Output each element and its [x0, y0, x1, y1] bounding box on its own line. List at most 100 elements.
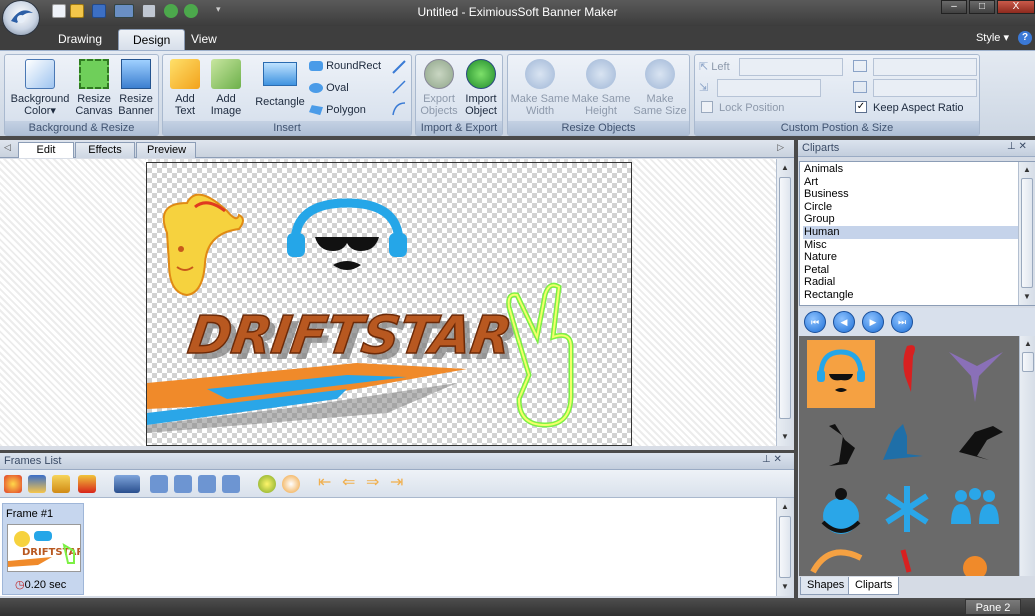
peace-hand-clipart[interactable] — [506, 282, 574, 428]
scroll-up-icon[interactable]: ▲ — [777, 500, 793, 514]
clipart-runner-thumb[interactable] — [959, 426, 1003, 460]
tab-cliparts[interactable]: Cliparts — [848, 577, 900, 595]
speed-swoosh-clipart[interactable] — [147, 363, 467, 433]
clipart-people-group-thumb[interactable] — [951, 488, 999, 524]
keep-aspect-checkbox[interactable]: ✓ — [855, 101, 867, 113]
tab-shapes[interactable]: Shapes — [800, 577, 852, 595]
category-item[interactable]: Group — [803, 213, 1018, 226]
left-input[interactable] — [739, 58, 843, 76]
duplicate-frame-icon[interactable] — [52, 475, 70, 493]
scroll-up-icon[interactable]: ▲ — [1020, 337, 1035, 351]
tab-preview[interactable]: Preview — [136, 142, 196, 158]
tabs-scroll-right-icon[interactable]: ▷ — [777, 142, 784, 153]
curve-icon[interactable] — [391, 101, 407, 117]
export-objects-button[interactable]: Export Objects — [418, 59, 460, 117]
style-menu[interactable]: Style ▾ — [976, 31, 1009, 44]
qat-dropdown-icon[interactable]: ▾ — [216, 4, 221, 15]
minimize-button[interactable]: – — [941, 0, 967, 14]
category-scrollbar[interactable]: ▲ ▼ — [1018, 162, 1035, 305]
layout-icon[interactable] — [114, 4, 134, 18]
scroll-up-icon[interactable]: ▲ — [777, 161, 793, 175]
maximize-button[interactable]: □ — [969, 0, 995, 14]
clipart-orange-people-thumb[interactable] — [963, 556, 987, 576]
scroll-thumb[interactable] — [1021, 178, 1033, 288]
insert-frame-icon[interactable] — [28, 475, 46, 493]
last-page-icon[interactable]: ⏭ — [891, 311, 913, 333]
cliparts-pin-icon[interactable]: ⊥ ✕ — [1007, 141, 1027, 152]
roundrect-button[interactable]: RoundRect — [309, 60, 381, 72]
prev-page-icon[interactable]: ◀ — [833, 311, 855, 333]
polygon-button[interactable]: Polygon — [309, 104, 366, 116]
import-object-button[interactable]: Import Object — [460, 59, 502, 117]
play-icon[interactable] — [258, 475, 276, 493]
print-icon[interactable] — [142, 4, 156, 18]
clipart-grid-scrollbar[interactable]: ▲ — [1019, 336, 1035, 576]
top-input[interactable] — [717, 79, 821, 97]
category-item[interactable]: Petal — [803, 264, 1018, 277]
frame-properties-icon[interactable] — [114, 475, 140, 493]
oval-button[interactable]: Oval — [309, 82, 349, 94]
make-same-size-button[interactable]: Make Same Size — [631, 59, 689, 117]
prev-frame-icon[interactable]: ⇐ — [342, 475, 360, 493]
delete-frame-icon[interactable] — [78, 475, 96, 493]
line-icon[interactable] — [391, 79, 407, 95]
frames-pin-icon[interactable]: ⊥ ✕ — [762, 454, 782, 465]
clipart-dj-thumb[interactable] — [807, 340, 875, 408]
canvas-vertical-scrollbar[interactable]: ▲ ▼ — [776, 159, 793, 446]
pointer-line-icon[interactable] — [391, 59, 407, 75]
new-file-icon[interactable] — [52, 4, 66, 18]
tab-drawing[interactable]: Drawing — [44, 29, 116, 50]
undo-icon[interactable] — [164, 4, 178, 18]
category-item[interactable]: Nature — [803, 251, 1018, 264]
background-color-button[interactable]: Background Color▾ — [8, 59, 72, 117]
first-page-icon[interactable]: ⏮ — [804, 311, 826, 333]
category-item[interactable]: Rectangle — [803, 289, 1018, 302]
last-frame-icon[interactable]: ⇥ — [390, 475, 408, 493]
make-same-height-button[interactable]: Make Same Height — [571, 59, 631, 117]
tab-effects[interactable]: Effects — [75, 142, 135, 158]
move-next-icon[interactable] — [198, 475, 216, 493]
category-item[interactable]: Business — [803, 188, 1018, 201]
redo-icon[interactable] — [184, 4, 198, 18]
width-input[interactable] — [873, 58, 977, 76]
category-item[interactable]: Animals — [803, 163, 1018, 176]
add-image-button[interactable]: Add Image — [205, 59, 247, 117]
clipart-category-list[interactable]: Animals Art Business Circle Group Human … — [799, 161, 1035, 306]
clipart-orange-thumb[interactable] — [810, 549, 863, 574]
resize-canvas-button[interactable]: Resize Canvas — [73, 59, 115, 117]
next-page-icon[interactable]: ▶ — [862, 311, 884, 333]
clipart-statue-thumb[interactable] — [883, 424, 923, 460]
open-folder-icon[interactable] — [70, 4, 84, 18]
save-icon[interactable] — [92, 4, 106, 18]
add-frame-icon[interactable] — [4, 475, 22, 493]
driftstar-text[interactable]: DRIFTSTAR — [184, 305, 517, 366]
close-window-button[interactable]: X — [997, 0, 1035, 14]
lock-position-checkbox[interactable] — [701, 101, 713, 113]
scroll-thumb[interactable] — [779, 177, 791, 419]
scroll-down-icon[interactable]: ▼ — [777, 580, 793, 594]
next-frame-icon[interactable]: ⇒ — [366, 475, 384, 493]
move-prev-icon[interactable] — [174, 475, 192, 493]
tab-edit[interactable]: Edit — [18, 142, 74, 158]
height-input[interactable] — [873, 79, 977, 97]
dj-headphones-clipart[interactable] — [287, 198, 407, 270]
clipart-angel-thumb[interactable] — [949, 352, 1003, 402]
add-text-button[interactable]: Add Text — [165, 59, 205, 117]
first-frame-icon[interactable]: ⇤ — [318, 475, 336, 493]
scroll-up-icon[interactable]: ▲ — [1019, 163, 1035, 177]
frame-thumbnail[interactable]: Frame #1 DRIFTSTAR ◷0.20 sec — [2, 503, 84, 595]
tab-design[interactable]: Design — [118, 29, 186, 50]
application-menu-button[interactable] — [2, 0, 40, 36]
clipart-dancer-thumb[interactable] — [829, 424, 855, 466]
clipart-red-figure-thumb[interactable] — [903, 345, 915, 392]
clipart-snowflake-thumb[interactable] — [885, 486, 929, 532]
move-last-icon[interactable] — [222, 475, 240, 493]
make-same-width-button[interactable]: Make Same Width — [510, 59, 570, 117]
category-item[interactable]: Art — [803, 176, 1018, 189]
rectangle-button[interactable]: Rectangle — [251, 59, 309, 108]
category-item[interactable]: Radial — [803, 276, 1018, 289]
category-item-selected[interactable]: Human — [803, 226, 1018, 239]
category-item[interactable]: Misc — [803, 239, 1018, 252]
frames-vertical-scrollbar[interactable]: ▲ ▼ — [776, 498, 793, 596]
help-icon[interactable]: ? — [1018, 31, 1032, 45]
